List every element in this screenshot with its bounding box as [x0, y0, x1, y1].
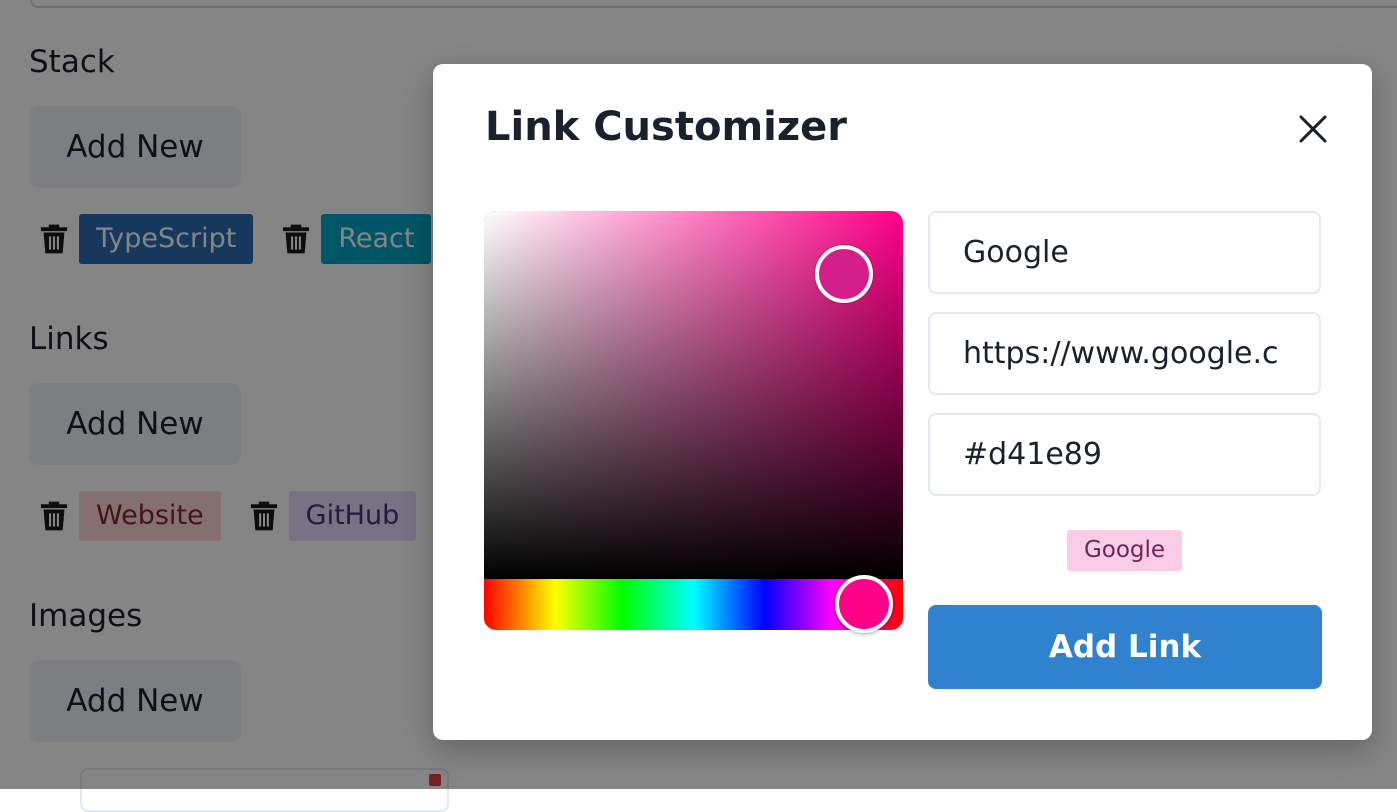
- saturation-handle[interactable]: [815, 244, 874, 303]
- modal-title: Link Customizer: [485, 104, 847, 150]
- saturation-area[interactable]: [484, 211, 903, 579]
- link-name-input[interactable]: [928, 211, 1321, 294]
- close-button[interactable]: [1291, 107, 1335, 151]
- link-url-input[interactable]: [928, 312, 1321, 395]
- add-link-button[interactable]: Add Link: [928, 605, 1322, 689]
- link-customizer-modal: Link Customizer Google Add Link: [433, 64, 1372, 740]
- hue-slider[interactable]: [484, 575, 903, 633]
- link-preview-tag: Google: [1066, 530, 1183, 571]
- hue-handle[interactable]: [834, 575, 893, 633]
- link-preview: Google: [928, 530, 1321, 571]
- link-color-input[interactable]: [928, 413, 1321, 496]
- color-picker: [484, 211, 903, 633]
- close-icon: [1299, 115, 1327, 143]
